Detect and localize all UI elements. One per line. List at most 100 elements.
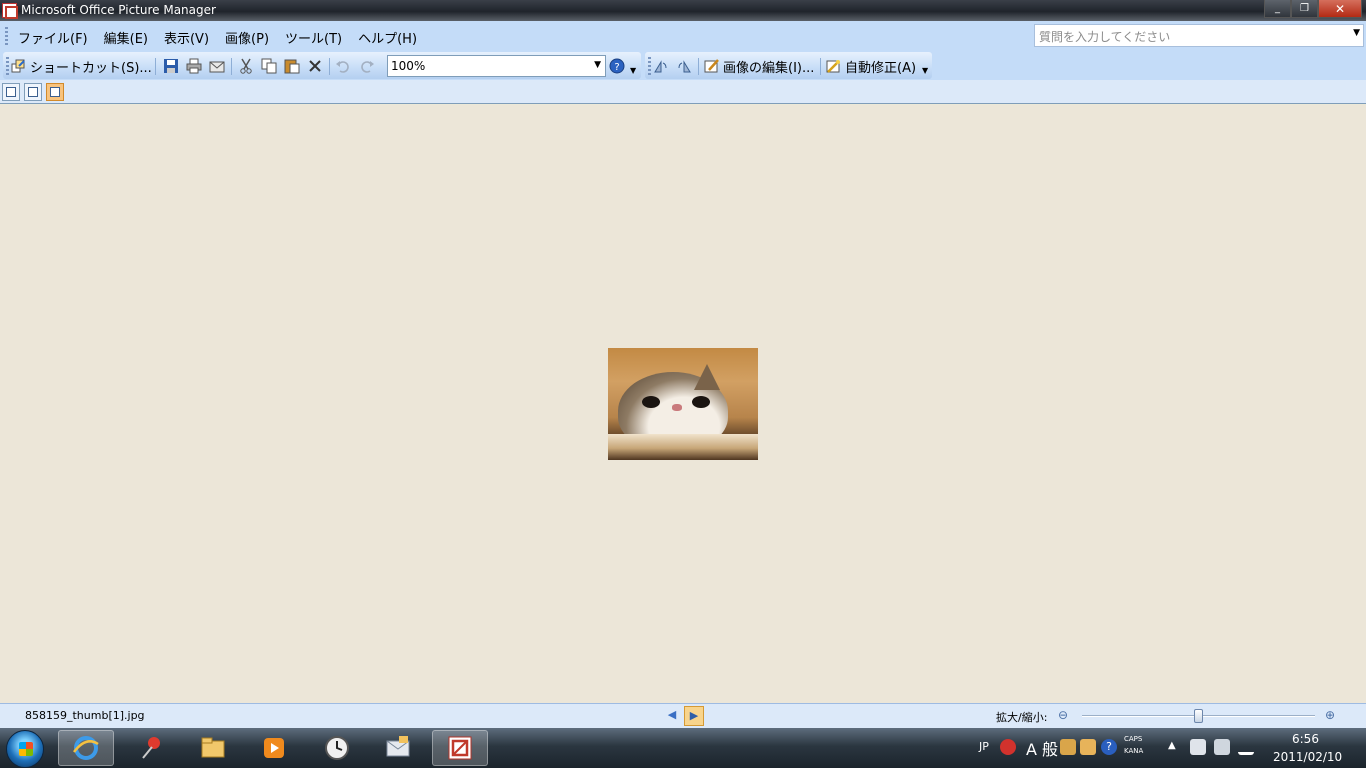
minimize-button[interactable]: _: [1264, 0, 1291, 18]
ime-status-icon[interactable]: [1000, 739, 1016, 755]
taskbar-clock-button[interactable]: [309, 730, 365, 766]
filmstrip-view-button[interactable]: [24, 83, 42, 101]
picture-manager-icon[interactable]: [2, 3, 18, 19]
start-button[interactable]: [6, 730, 44, 768]
menu-picture[interactable]: 画像(P): [225, 28, 269, 47]
action-center-icon[interactable]: [1190, 739, 1206, 755]
toolbar-options-icon[interactable]: ▼: [630, 66, 639, 79]
menu-view[interactable]: 表示(V): [164, 28, 209, 47]
show-hidden-icons-icon[interactable]: ▲: [1168, 740, 1176, 751]
menu-bar: ファイル(F) 編集(E) 表示(V) 画像(P) ツール(T) ヘルプ(H) …: [0, 21, 1366, 50]
zoom-combo-box[interactable]: 100% ▼: [387, 55, 606, 77]
menu-items: ファイル(F) 編集(E) 表示(V) 画像(P) ツール(T) ヘルプ(H): [18, 28, 433, 47]
undo-button[interactable]: [335, 56, 351, 76]
shortcut-label: ショートカット(S)...: [30, 60, 152, 76]
menu-tools[interactable]: ツール(T): [285, 28, 342, 47]
thumbnail-view-icon: [6, 87, 16, 97]
cut-button[interactable]: [238, 56, 254, 76]
ime-help-icon[interactable]: ?: [1101, 739, 1117, 755]
print-button[interactable]: [186, 56, 202, 76]
delete-button[interactable]: [307, 56, 323, 76]
cat-nose: [672, 404, 682, 411]
zoom-dropdown-icon[interactable]: ▼: [594, 60, 601, 70]
email-button[interactable]: [209, 56, 225, 76]
paste-button[interactable]: [284, 56, 300, 76]
help-button[interactable]: ?: [609, 56, 625, 76]
cat-eye-left: [642, 396, 660, 408]
zoom-in-icon[interactable]: ⊕: [1325, 708, 1335, 722]
cut-icon: [240, 58, 252, 74]
standard-toolbar: ショートカット(S)... 100% ▼ ? ▼ 画像の編集(I)... 自動修…: [0, 50, 1366, 80]
save-button[interactable]: [163, 56, 179, 76]
media-player-icon: [264, 738, 284, 758]
taskbar-picture-manager-button[interactable]: [432, 730, 488, 766]
single-picture-view-button[interactable]: [46, 83, 64, 101]
pushpin-icon: [142, 737, 160, 759]
print-icon: [186, 58, 202, 74]
copy-button[interactable]: [261, 56, 277, 76]
previous-picture-button[interactable]: ◀: [665, 708, 679, 724]
thumbnail-view-button[interactable]: [2, 83, 20, 101]
window-title: Microsoft Office Picture Manager: [21, 3, 216, 17]
menu-edit[interactable]: 編集(E): [104, 28, 148, 47]
delete-icon: [309, 60, 321, 72]
taskbar-pushpin-button[interactable]: [124, 730, 180, 766]
close-button[interactable]: ✕: [1318, 0, 1362, 18]
email-icon: [209, 61, 225, 73]
redo-button[interactable]: [359, 56, 375, 76]
rotate-right-button[interactable]: [676, 56, 692, 76]
shortcut-icon: [11, 59, 25, 73]
windows-taskbar: JP A 般 ? CAPS KANA ▲ 6:56 2011/02/10: [0, 728, 1366, 768]
language-indicator[interactable]: JP: [979, 740, 989, 753]
mail-icon: [386, 736, 410, 757]
zoom-label: 拡大/縮小:: [996, 711, 1048, 724]
auto-correct-label: 自動修正(A): [845, 60, 917, 76]
network-signal-icon[interactable]: [1238, 739, 1254, 755]
redo-icon: [361, 61, 374, 73]
ime-tools-icon[interactable]: [1080, 739, 1096, 755]
toolbar-strip-left: ショートカット(S)... 100% ▼ ? ▼: [3, 52, 641, 79]
rotate-right-icon: [678, 60, 691, 73]
taskbar-explorer-button[interactable]: [185, 730, 241, 766]
zoom-out-icon[interactable]: ⊖: [1058, 708, 1068, 722]
toolbar-grip[interactable]: [648, 57, 651, 75]
toolbar-grip[interactable]: [6, 57, 9, 75]
maximize-button[interactable]: ❐: [1291, 0, 1318, 18]
filmstrip-view-icon: [28, 87, 38, 97]
menu-grip[interactable]: [5, 27, 8, 45]
folder-icon: [201, 737, 225, 758]
edit-picture-label: 画像の編集(I)...: [723, 60, 815, 76]
toolbar-separator: [155, 58, 156, 75]
cat-photo[interactable]: [608, 348, 758, 460]
ime-mode[interactable]: A 般: [1026, 736, 1058, 760]
clock-date[interactable]: 2011/02/10: [1273, 750, 1342, 764]
toolbar-strip-right: 画像の編集(I)... 自動修正(A) ▼: [645, 52, 932, 79]
menu-help[interactable]: ヘルプ(H): [358, 28, 417, 47]
save-icon: [164, 59, 178, 73]
zoom-slider-thumb[interactable]: [1194, 709, 1203, 723]
toolbar-options-icon[interactable]: ▼: [922, 66, 931, 79]
cat-eye-right: [692, 396, 710, 408]
clock-time[interactable]: 6:56: [1292, 732, 1319, 746]
volume-muted-icon[interactable]: [1214, 739, 1230, 755]
next-picture-button[interactable]: ▶: [684, 706, 704, 726]
taskbar-media-player-button[interactable]: [246, 730, 302, 766]
help-search-placeholder: 質問を入力してください: [1039, 30, 1171, 44]
toolbar-separator: [698, 58, 699, 75]
edit-picture-button[interactable]: 画像の編集(I)...: [704, 56, 814, 76]
view-mode-bar: [0, 80, 1366, 104]
rotate-left-button[interactable]: [653, 56, 669, 76]
taskbar-ie-button[interactable]: [58, 730, 114, 766]
auto-correct-button[interactable]: 自動修正(A): [826, 56, 916, 76]
copy-icon: [261, 58, 277, 74]
shortcut-button[interactable]: ショートカット(S)...: [11, 56, 152, 76]
edit-picture-icon: [704, 59, 719, 73]
help-dropdown-icon[interactable]: ▼: [1353, 28, 1360, 38]
zoom-value: 100%: [391, 59, 426, 73]
taskbar-mail-button[interactable]: [370, 730, 426, 766]
picture-canvas[interactable]: [0, 105, 1366, 703]
menu-file[interactable]: ファイル(F): [18, 28, 88, 47]
toolbar-separator: [231, 58, 232, 75]
help-search-input[interactable]: 質問を入力してください ▼: [1034, 24, 1364, 47]
ime-dictionary-icon[interactable]: [1060, 739, 1076, 755]
